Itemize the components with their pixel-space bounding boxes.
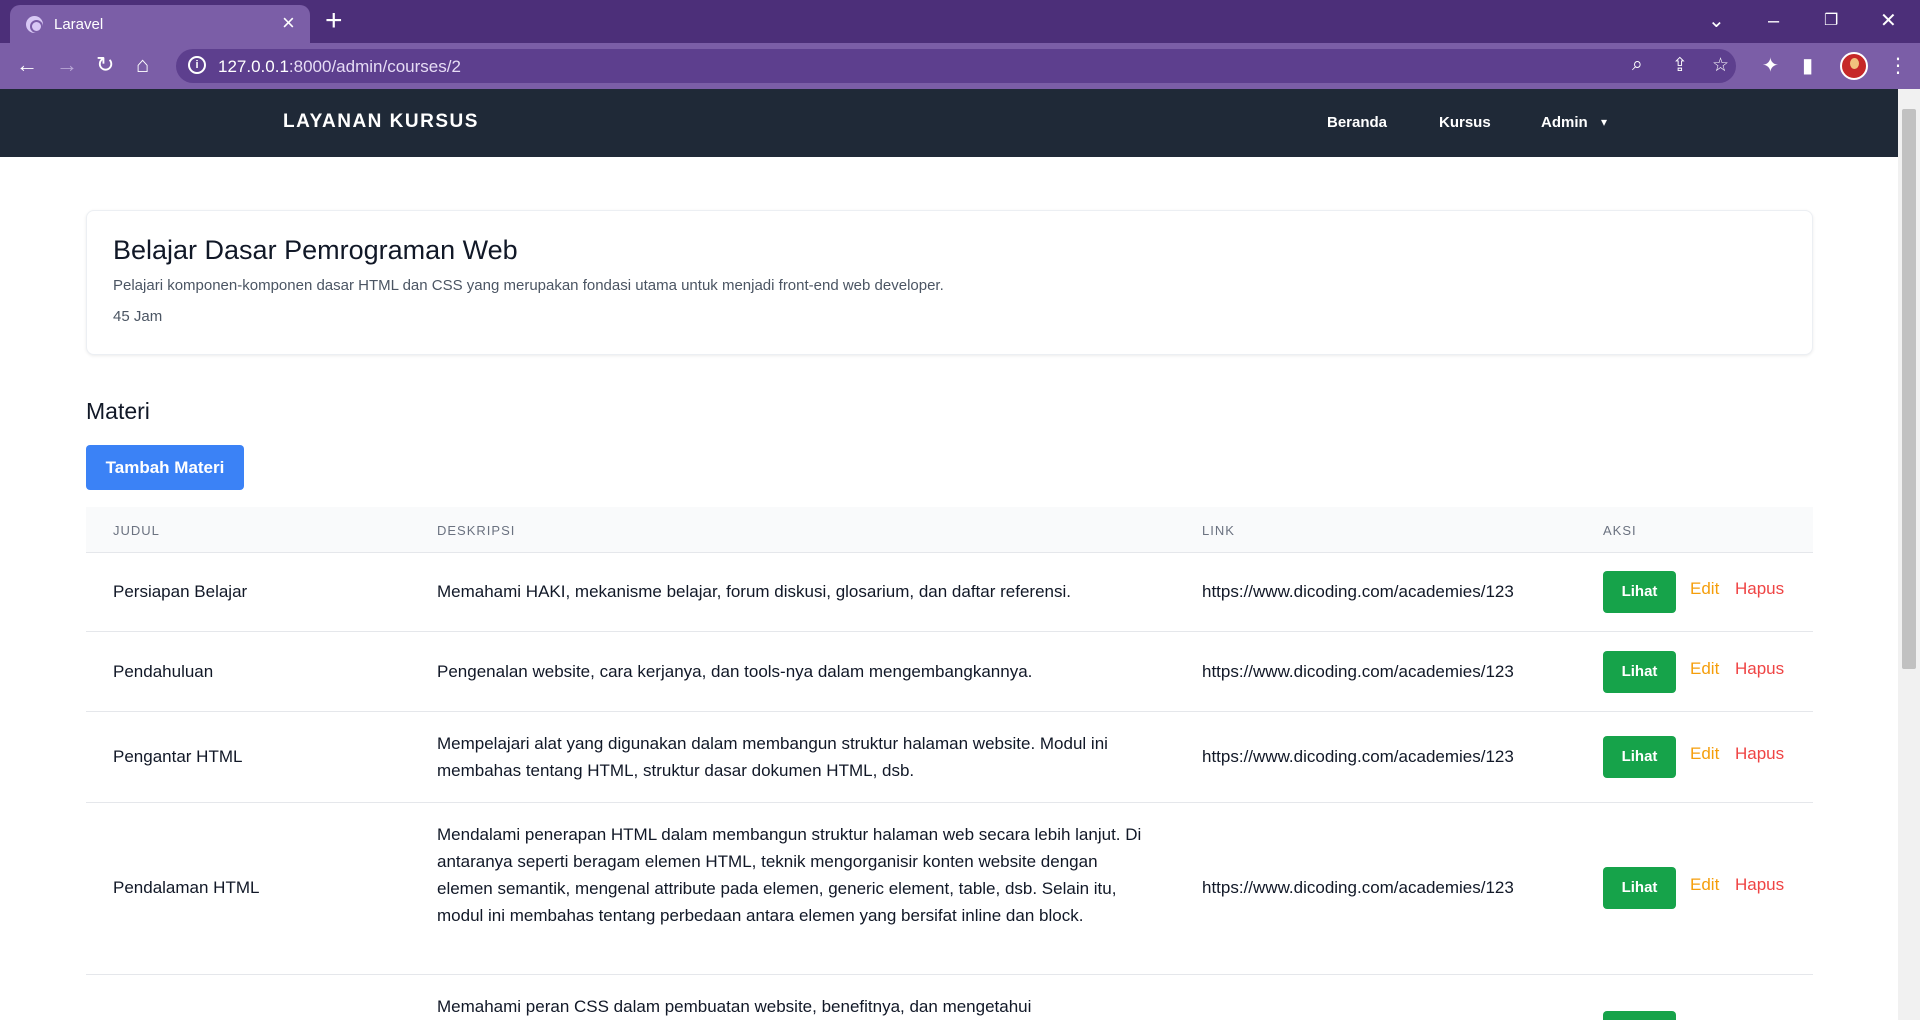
row-description: Pengenalan website, cara kerjanya, dan t… bbox=[437, 662, 1033, 681]
add-materi-button[interactable]: Tambah Materi bbox=[86, 445, 244, 490]
table-header: JUDUL DESKRIPSI LINK AKSI bbox=[86, 507, 1813, 553]
row-description: Mendalami penerapan HTML dalam membangun… bbox=[437, 825, 1142, 925]
edit-link[interactable]: Edit bbox=[1690, 744, 1719, 764]
profile-avatar[interactable] bbox=[1840, 52, 1868, 80]
browser-tab[interactable]: Laravel × bbox=[10, 5, 310, 43]
course-description: Pelajari komponen-komponen dasar HTML da… bbox=[113, 277, 944, 294]
row-title: Pendahuluan bbox=[113, 662, 214, 681]
edit-link[interactable]: Edit bbox=[1690, 579, 1719, 599]
edit-link[interactable]: Edit bbox=[1690, 659, 1719, 679]
extensions-icon[interactable]: ✦ bbox=[1762, 54, 1779, 78]
page-scrollbar[interactable] bbox=[1898, 89, 1920, 1020]
nav-link-beranda[interactable]: Beranda bbox=[1327, 114, 1387, 131]
column-header-link: LINK bbox=[1202, 523, 1235, 538]
zoom-icon[interactable]: ⌕ bbox=[1632, 54, 1643, 76]
tab-title: Laravel bbox=[54, 16, 104, 33]
bookmark-star-icon[interactable]: ☆ bbox=[1712, 54, 1729, 77]
row-link: https://www.dicoding.com/academies/123 bbox=[1202, 747, 1514, 766]
view-button[interactable]: Lihat bbox=[1603, 571, 1676, 613]
view-button[interactable]: Lihat bbox=[1603, 867, 1676, 909]
new-tab-icon[interactable]: + bbox=[325, 4, 343, 38]
row-title: Persiapan Belajar bbox=[113, 582, 248, 601]
minimize-icon[interactable]: – bbox=[1768, 4, 1779, 38]
restore-icon[interactable]: ❐ bbox=[1824, 4, 1838, 38]
row-link: https://www.dicoding.com/academies/123 bbox=[1202, 662, 1514, 681]
delete-link[interactable]: Hapus bbox=[1735, 659, 1784, 679]
row-description: Mempelajari alat yang digunakan dalam me… bbox=[437, 734, 1108, 780]
table-row: Pengantar HTML Mempelajari alat yang dig… bbox=[86, 712, 1813, 803]
table-row: Memahami peran CSS dalam pembuatan websi… bbox=[86, 975, 1813, 1020]
table-row: Pendalaman HTML Mendalami penerapan HTML… bbox=[86, 803, 1813, 975]
course-card: Belajar Dasar Pemrograman Web Pelajari k… bbox=[86, 210, 1813, 355]
scrollbar-thumb[interactable] bbox=[1902, 109, 1916, 669]
course-duration: 45 Jam bbox=[113, 308, 163, 325]
url-text[interactable]: 127.0.0.1:8000/admin/courses/2 bbox=[218, 57, 461, 77]
materi-table: JUDUL DESKRIPSI LINK AKSI Persiapan Bela… bbox=[86, 507, 1813, 1020]
course-title: Belajar Dasar Pemrograman Web bbox=[113, 235, 518, 265]
delete-link[interactable]: Hapus bbox=[1735, 875, 1784, 895]
brand-logo[interactable]: LAYANAN KURSUS bbox=[283, 111, 479, 133]
row-description: Memahami HAKI, mekanisme belajar, forum … bbox=[437, 582, 1071, 601]
nav-link-kursus[interactable]: Kursus bbox=[1439, 114, 1491, 131]
view-button[interactable]: Lihat bbox=[1603, 651, 1676, 693]
row-link: https://www.dicoding.com/academies/123 bbox=[1202, 878, 1514, 897]
row-description: Memahami peran CSS dalam pembuatan websi… bbox=[437, 997, 1032, 1016]
row-title: Pendalaman HTML bbox=[113, 878, 260, 897]
view-button[interactable]: Lihat bbox=[1603, 736, 1676, 778]
window-close-icon[interactable]: ✕ bbox=[1880, 4, 1897, 38]
side-panel-icon[interactable]: ▮ bbox=[1802, 54, 1813, 78]
view-button[interactable] bbox=[1603, 1011, 1676, 1020]
table-row: Persiapan Belajar Memahami HAKI, mekanis… bbox=[86, 553, 1813, 632]
delete-link[interactable]: Hapus bbox=[1735, 744, 1784, 764]
nav-dropdown-admin[interactable]: Admin bbox=[1541, 114, 1588, 131]
reload-icon[interactable]: ↻ bbox=[96, 52, 114, 78]
column-header-aksi: AKSI bbox=[1603, 523, 1637, 538]
forward-icon[interactable]: → bbox=[56, 52, 78, 78]
column-header-deskripsi: DESKRIPSI bbox=[437, 523, 516, 538]
delete-link[interactable]: Hapus bbox=[1735, 579, 1784, 599]
row-title: Pengantar HTML bbox=[113, 747, 243, 766]
home-icon[interactable]: ⌂ bbox=[136, 52, 149, 78]
row-link: https://www.dicoding.com/academies/123 bbox=[1202, 582, 1514, 601]
edit-link[interactable]: Edit bbox=[1690, 875, 1719, 895]
column-header-judul: JUDUL bbox=[113, 523, 160, 538]
chevron-down-icon: ▾ bbox=[1601, 115, 1608, 129]
app-navbar: LAYANAN KURSUS Beranda Kursus Admin ▾ bbox=[0, 89, 1898, 157]
menu-icon[interactable]: ⋮ bbox=[1888, 54, 1908, 78]
browser-tab-bar: Laravel × + ⌄ – ❐ ✕ bbox=[0, 0, 1920, 43]
tab-search-icon[interactable]: ⌄ bbox=[1708, 4, 1725, 38]
section-title: Materi bbox=[86, 398, 150, 424]
globe-icon bbox=[26, 16, 43, 33]
address-bar[interactable]: i 127.0.0.1:8000/admin/courses/2 ⌕ ⇪ ☆ bbox=[176, 49, 1736, 83]
close-icon[interactable]: × bbox=[282, 12, 295, 34]
info-icon[interactable]: i bbox=[188, 56, 206, 74]
back-icon[interactable]: ← bbox=[16, 52, 38, 78]
share-icon[interactable]: ⇪ bbox=[1672, 54, 1688, 77]
table-row: Pendahuluan Pengenalan website, cara ker… bbox=[86, 632, 1813, 712]
browser-toolbar: ← → ↻ ⌂ i 127.0.0.1:8000/admin/courses/2… bbox=[0, 43, 1920, 89]
